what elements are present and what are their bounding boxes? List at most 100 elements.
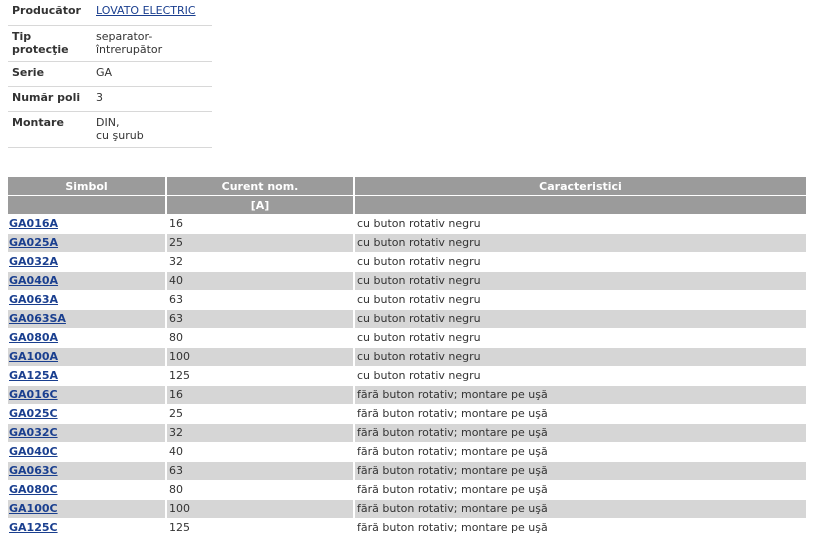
cell-current: 100	[166, 499, 355, 519]
product-symbol-link[interactable]: GA100A	[9, 350, 58, 363]
product-symbol-link[interactable]: GA080C	[9, 483, 58, 496]
table-row: GA063C 63 fără buton rotativ; montare pe u…	[8, 461, 806, 481]
cell-current: 40	[166, 442, 355, 462]
cell-symbol: GA025A	[8, 233, 167, 253]
cell-features: cu buton rotativ negru	[354, 290, 806, 310]
cell-features: fără buton rotativ; montare pe uşă	[354, 499, 806, 519]
attr-label: Montare	[8, 111, 90, 148]
attr-row-poles: Număr poli 3	[8, 86, 212, 112]
cell-symbol: GA016C	[8, 385, 167, 405]
cell-current: 32	[166, 252, 355, 272]
cell-symbol: GA063A	[8, 290, 167, 310]
table-row: GA040A 40 cu buton rotativ negru	[8, 271, 806, 291]
cell-current: 80	[166, 480, 355, 500]
column-header-current: Curent nom.	[166, 177, 355, 196]
product-symbol-link[interactable]: GA080A	[9, 331, 58, 344]
cell-symbol: GA063C	[8, 461, 167, 481]
product-symbol-link[interactable]: GA100C	[9, 502, 58, 515]
attr-row-mounting: Montare DIN, cu şurub	[8, 111, 212, 148]
attr-value-line: DIN,	[96, 115, 120, 129]
table-row: GA040C 40 fără buton rotativ; montare pe u…	[8, 442, 806, 462]
cell-features: fără buton rotativ; montare pe uşă	[354, 480, 806, 500]
cell-symbol: GA025C	[8, 404, 167, 424]
cell-symbol: GA040C	[8, 442, 167, 462]
table-row: GA080C 80 fără buton rotativ; montare pe u…	[8, 480, 806, 500]
cell-symbol: GA080A	[8, 328, 167, 348]
product-symbol-link[interactable]: GA032A	[9, 255, 58, 268]
cell-current: 25	[166, 404, 355, 424]
attr-row-manufacturer: Producător LOVATO ELECTRIC	[8, 0, 212, 26]
cell-features: cu buton rotativ negru	[354, 233, 806, 253]
cell-symbol: GA040A	[8, 271, 167, 291]
cell-features: fără buton rotativ; montare pe uşă	[354, 442, 806, 462]
table-row: GA125C 125 fără buton rotativ; montare pe …	[8, 518, 806, 538]
cell-current: 100	[166, 347, 355, 367]
attr-value: GA	[90, 61, 212, 87]
cell-features: cu buton rotativ negru	[354, 252, 806, 272]
cell-symbol: GA125C	[8, 518, 167, 538]
table-row: GA016A 16 cu buton rotativ negru	[8, 214, 806, 234]
cell-features: fără buton rotativ; montare pe uşă	[354, 404, 806, 424]
cell-symbol: GA016A	[8, 214, 167, 234]
product-symbol-link[interactable]: GA016C	[9, 388, 58, 401]
cell-current: 63	[166, 309, 355, 329]
attr-label: Producător	[8, 0, 90, 26]
cell-features: cu buton rotativ negru	[354, 214, 806, 234]
cell-symbol: GA080C	[8, 480, 167, 500]
cell-features: cu buton rotativ negru	[354, 366, 806, 386]
attr-value: separator-întrerupător	[90, 25, 212, 62]
manufacturer-link[interactable]: LOVATO ELECTRIC	[96, 4, 196, 17]
attr-value: DIN, cu şurub	[90, 111, 212, 148]
column-unit-symbol	[8, 195, 167, 215]
product-symbol-link[interactable]: GA125A	[9, 369, 58, 382]
attr-value: LOVATO ELECTRIC	[90, 0, 212, 26]
product-symbol-link[interactable]: GA040C	[9, 445, 58, 458]
products-table-body: GA016A 16 cu buton rotativ negru GA025A 25 cu…	[8, 214, 806, 538]
table-row: GA032A 32 cu buton rotativ negru	[8, 252, 806, 272]
cell-current: 80	[166, 328, 355, 348]
product-symbol-link[interactable]: GA032C	[9, 426, 58, 439]
attr-label: Serie	[8, 61, 90, 87]
attr-row-series: Serie GA	[8, 61, 212, 87]
attr-label: Număr poli	[8, 86, 90, 112]
cell-symbol: GA100C	[8, 499, 167, 519]
cell-features: cu buton rotativ negru	[354, 347, 806, 367]
cell-features: cu buton rotativ negru	[354, 271, 806, 291]
cell-current: 125	[166, 366, 355, 386]
table-row: GA125A 125 cu buton rotativ negru	[8, 366, 806, 386]
table-row: GA032C 32 fără buton rotativ; montare pe u…	[8, 423, 806, 443]
cell-current: 25	[166, 233, 355, 253]
attr-label: Tip protecţie	[8, 25, 90, 62]
column-header-features: Caracteristici	[354, 177, 806, 196]
cell-current: 32	[166, 423, 355, 443]
cell-features: cu buton rotativ negru	[354, 328, 806, 348]
cell-features: fără buton rotativ; montare pe uşă	[354, 461, 806, 481]
column-unit-features	[354, 195, 806, 215]
product-symbol-link[interactable]: GA025A	[9, 236, 58, 249]
cell-current: 125	[166, 518, 355, 538]
cell-symbol: GA063SA	[8, 309, 167, 329]
attr-row-protection-type: Tip protecţie separator-întrerupător	[8, 25, 212, 62]
product-symbol-link[interactable]: GA025C	[9, 407, 58, 420]
cell-features: cu buton rotativ negru	[354, 309, 806, 329]
table-row: GA016C 16 fără buton rotativ; montare pe u…	[8, 385, 806, 405]
product-symbol-link[interactable]: GA063SA	[9, 312, 66, 325]
table-row: GA100C 100 fără buton rotativ; montare pe …	[8, 499, 806, 519]
table-row: GA063A 63 cu buton rotativ negru	[8, 290, 806, 310]
table-subheader-row: [A]	[8, 195, 806, 215]
product-symbol-link[interactable]: GA125C	[9, 521, 58, 534]
product-attributes: Producător LOVATO ELECTRIC Tip protecţie…	[8, 0, 212, 148]
product-symbol-link[interactable]: GA063A	[9, 293, 58, 306]
cell-symbol: GA125A	[8, 366, 167, 386]
table-row: GA063SA 63 cu buton rotativ negru	[8, 309, 806, 329]
cell-features: fără buton rotativ; montare pe uşă	[354, 385, 806, 405]
cell-current: 63	[166, 461, 355, 481]
cell-current: 63	[166, 290, 355, 310]
cell-symbol: GA032C	[8, 423, 167, 443]
table-row: GA025C 25 fără buton rotativ; montare pe u…	[8, 404, 806, 424]
product-symbol-link[interactable]: GA016A	[9, 217, 58, 230]
column-header-symbol: Simbol	[8, 177, 167, 196]
product-symbol-link[interactable]: GA063C	[9, 464, 58, 477]
table-row: GA100A 100 cu buton rotativ negru	[8, 347, 806, 367]
product-symbol-link[interactable]: GA040A	[9, 274, 58, 287]
